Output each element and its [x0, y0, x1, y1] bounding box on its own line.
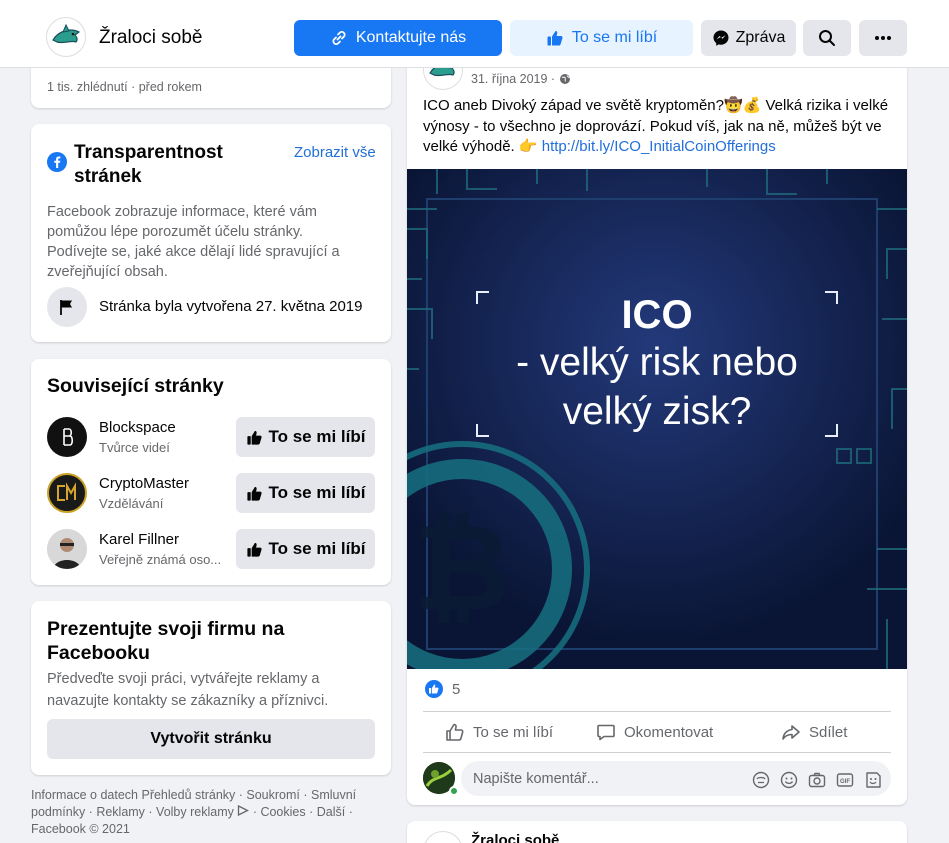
comment-icon — [597, 724, 615, 741]
share-action-button[interactable]: Sdílet — [781, 716, 847, 748]
flag-icon — [60, 300, 72, 315]
copyright: Facebook © 2021 — [31, 822, 130, 836]
blockspace-avatar — [47, 417, 87, 457]
related-pages-card: Související stránky Blockspace Tvůrce vi… — [31, 359, 391, 585]
comment-action-button[interactable]: Okomentovat — [596, 716, 713, 748]
promo-card: Prezentujte svoji firmu na Facebooku Pře… — [31, 601, 391, 775]
sticker-avatar-icon[interactable] — [752, 771, 770, 789]
comment-input[interactable]: Napište komentář... — [461, 761, 891, 796]
related-page-item[interactable]: Karel Fillner Veřejně známá oso... To se… — [47, 527, 375, 571]
footer-link[interactable]: Cookies — [260, 805, 305, 819]
search-button[interactable] — [803, 20, 851, 56]
promo-title: Prezentujte svoji firmu na Facebooku — [47, 618, 285, 664]
next-post-avatar[interactable] — [423, 831, 463, 843]
related-page-item[interactable]: CryptoMaster Vzdělávání To se mi líbí — [47, 471, 375, 515]
post-date[interactable]: 31. října 2019 · — [471, 72, 555, 86]
page-title[interactable]: Žraloci sobě — [99, 27, 203, 49]
promo-text: Předveďte svoji práci, vytvářejte reklam… — [47, 671, 329, 709]
footer-link[interactable]: Informace o datech Přehledů stránky — [31, 788, 235, 802]
video-meta: 1 tis. zhlédnutí · před rokem — [47, 80, 202, 94]
gif-icon[interactable]: GIF — [836, 771, 854, 789]
related-page-item[interactable]: Blockspace Tvůrce videí To se mi líbí — [47, 415, 375, 459]
like-page-button[interactable]: To se mi líbí — [510, 20, 693, 56]
thumbs-up-icon — [246, 486, 262, 501]
thumbs-up-icon — [246, 542, 262, 557]
sticker-icon[interactable] — [864, 771, 882, 789]
see-all-link[interactable]: Zobrazit vše — [294, 144, 376, 161]
footer: Informace o datech Přehledů stránky · So… — [31, 787, 376, 838]
create-page-button[interactable]: Vytvořit stránku — [47, 719, 375, 759]
like-reaction-icon — [425, 680, 443, 698]
message-button-label: Zpráva — [735, 29, 786, 46]
search-icon — [819, 30, 835, 46]
page-avatar[interactable] — [46, 17, 86, 57]
svg-text:GIF: GIF — [840, 779, 850, 785]
image-subtitle-line1: - velký risk nebo — [516, 341, 798, 384]
divider — [423, 752, 891, 753]
like-action-button[interactable]: To se mi líbí — [445, 716, 553, 748]
related-pages-title: Související stránky — [47, 375, 224, 397]
post-text: ICO aneb Divoký západ ve světě kryptoměn… — [423, 97, 889, 155]
more-options-button[interactable] — [859, 20, 907, 56]
next-post-author[interactable]: Žraloci sobě — [471, 832, 559, 843]
facebook-icon — [47, 152, 67, 172]
related-page-category: Veřejně známá oso... — [99, 552, 222, 567]
footer-link[interactable]: Další — [317, 805, 345, 819]
share-icon — [782, 725, 800, 740]
transparency-title: Transparentnost stránek — [74, 142, 223, 187]
related-page-category: Tvůrce videí — [99, 440, 170, 455]
online-status-dot — [449, 786, 459, 796]
reactions-summary[interactable]: 5 — [425, 680, 460, 698]
next-post-card: Žraloci sobě — [407, 821, 907, 843]
person-photo-icon — [47, 529, 87, 569]
top-bar: Žraloci sobě Kontaktujte nás To se mi lí… — [0, 0, 949, 68]
related-page-name[interactable]: CryptoMaster — [99, 475, 223, 492]
comment-placeholder: Napište komentář... — [473, 771, 599, 787]
blockspace-logo-icon — [63, 428, 74, 446]
post-image[interactable]: ₿ ICO - velký risk nebo velký zisk? — [407, 169, 907, 669]
message-button[interactable]: Zpráva — [701, 20, 796, 56]
camera-icon[interactable] — [808, 771, 826, 789]
related-page-name[interactable]: Blockspace — [99, 419, 223, 436]
transparency-description: Facebook zobrazuje informace, které vám … — [47, 204, 340, 280]
transparency-card: Transparentnost stránek Zobrazit vše Fac… — [31, 124, 391, 342]
globe-icon — [560, 74, 571, 84]
more-dots-icon — [875, 36, 891, 40]
related-like-button[interactable]: To se mi líbí — [236, 473, 375, 513]
image-subtitle-line2: velký zisk? — [562, 390, 752, 433]
footer-link[interactable]: Reklamy — [96, 805, 145, 819]
cryptomaster-logo-icon — [57, 482, 76, 501]
related-like-button[interactable]: To se mi líbí — [236, 417, 375, 457]
footer-link[interactable]: Soukromí — [246, 788, 300, 802]
link-icon — [332, 30, 346, 46]
related-page-category: Vzdělávání — [99, 496, 164, 511]
footer-link[interactable]: Volby reklamy — [156, 805, 234, 819]
karel-fillner-avatar — [47, 529, 87, 569]
page-created-date: Stránka byla vytvořena 27. května 2019 — [99, 298, 363, 315]
cryptomaster-avatar — [47, 473, 87, 513]
emoji-icon[interactable] — [780, 771, 798, 789]
like-page-label: To se mi líbí — [571, 29, 658, 46]
flag-icon-circle — [47, 287, 87, 327]
image-title: ICO — [621, 293, 693, 337]
post-card: 31. října 2019 · ••• ICO aneb Divoký záp… — [407, 40, 907, 805]
divider — [423, 711, 891, 712]
thumbs-up-outline-icon — [446, 723, 464, 741]
related-like-button[interactable]: To se mi líbí — [236, 529, 375, 569]
ad-choices-icon — [238, 804, 250, 817]
related-page-name[interactable]: Karel Fillner — [99, 531, 223, 548]
reactions-count: 5 — [452, 680, 461, 698]
post-link[interactable]: http://bit.ly/ICO_InitialCoinOfferings — [542, 138, 776, 155]
shark-logo-icon — [52, 23, 81, 44]
contact-button-label: Kontaktujte nás — [355, 29, 467, 46]
contact-button[interactable]: Kontaktujte nás — [294, 20, 502, 56]
post-date-row: 31. října 2019 · — [471, 72, 571, 86]
svg-text:₿: ₿ — [413, 501, 511, 635]
thumbs-up-icon — [246, 430, 262, 445]
messenger-icon — [713, 30, 729, 46]
thumbs-up-icon — [547, 31, 563, 46]
